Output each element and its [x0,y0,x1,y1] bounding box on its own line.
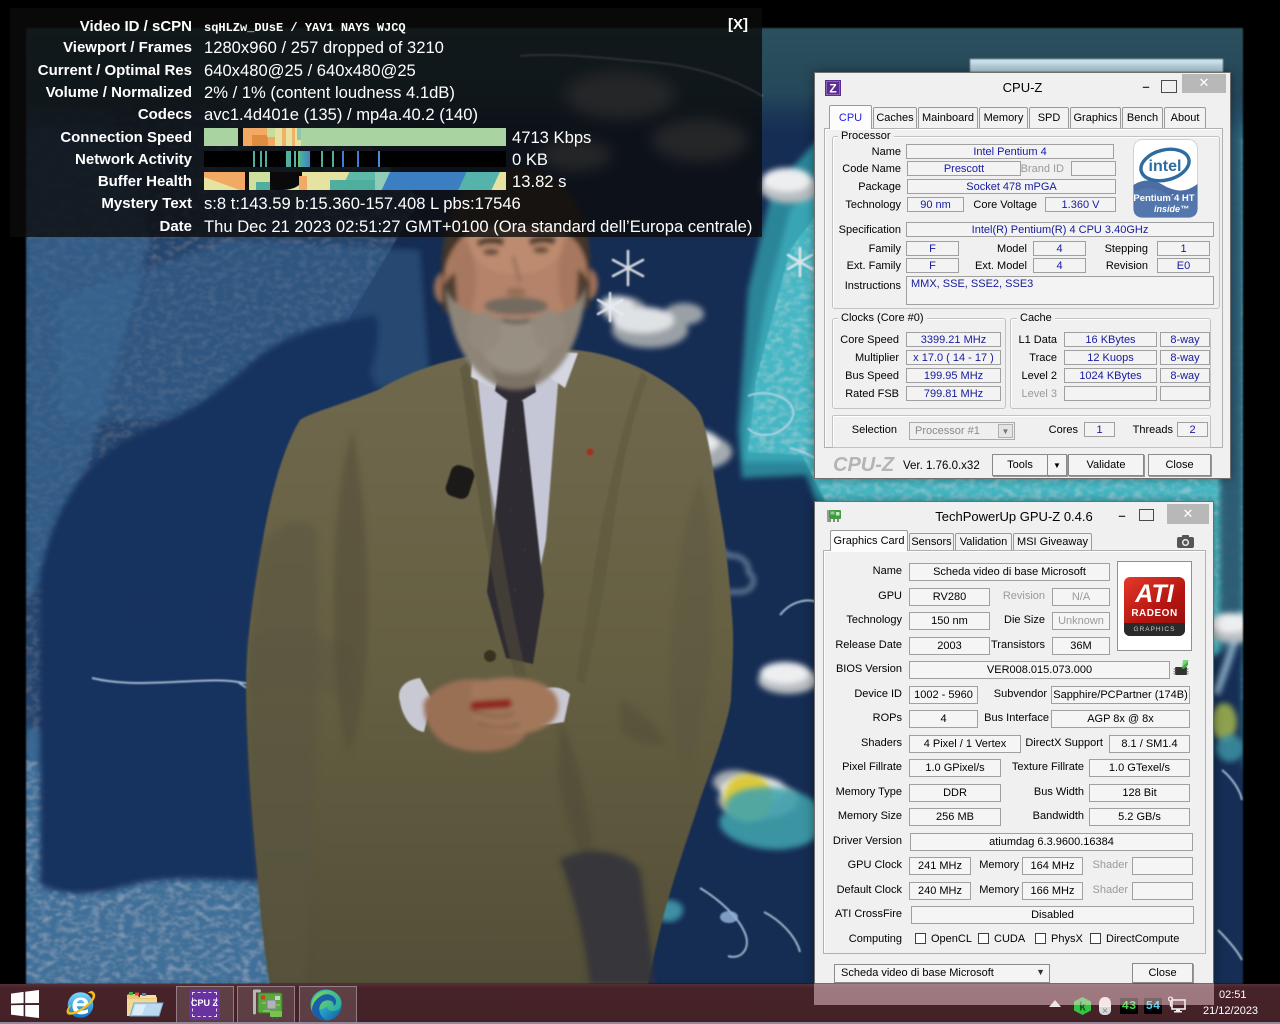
svg-text:inside™: inside™ [1154,204,1189,214]
svg-text:Pentium´4 HT: Pentium´4 HT [1133,193,1194,204]
svg-text:✕: ✕ [1102,1007,1109,1016]
svg-text:intel: intel [1149,158,1182,175]
